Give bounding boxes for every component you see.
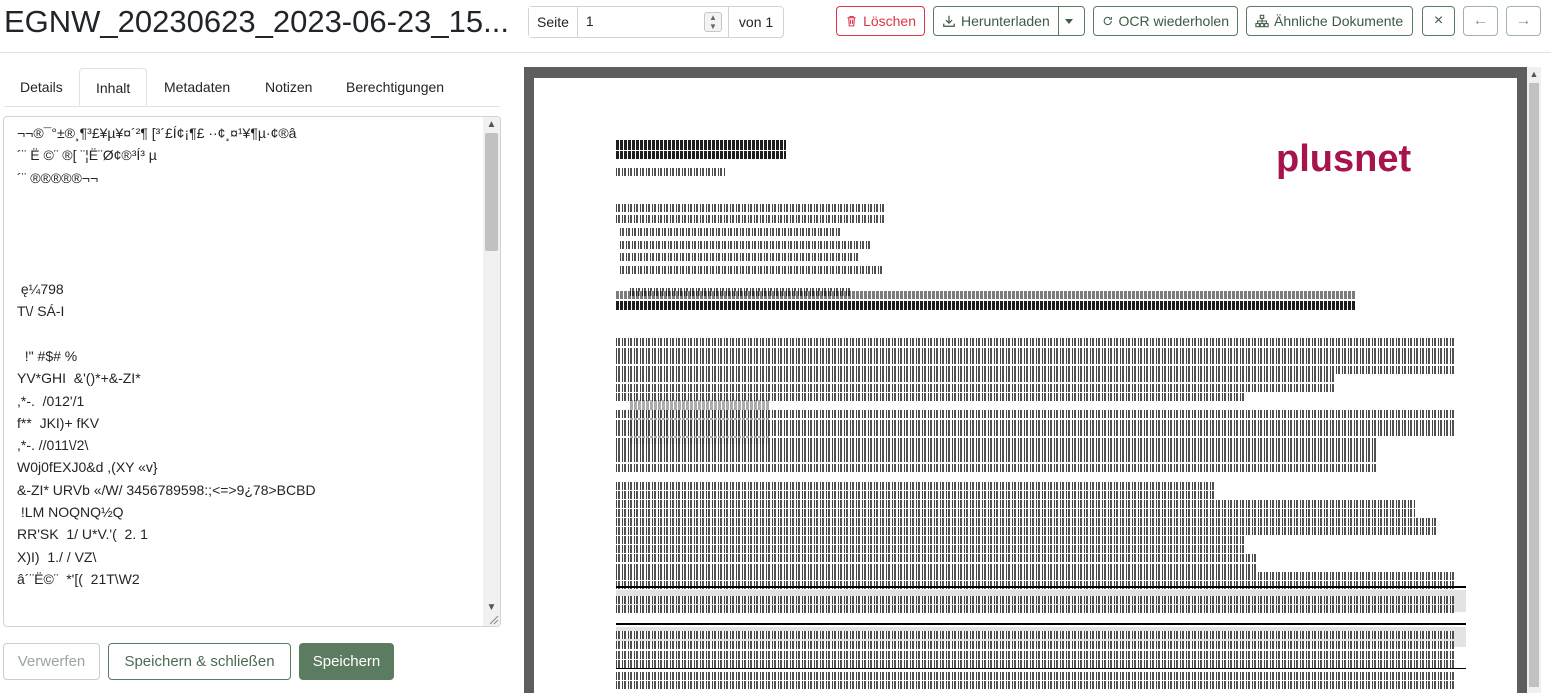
download-icon (943, 15, 955, 27)
preview-text-line (616, 454, 1376, 462)
similar-documents-button[interactable]: Ähnliche Dokumente (1246, 6, 1413, 36)
preview-text-line (616, 482, 1216, 490)
resize-grip-icon[interactable] (487, 613, 499, 625)
content-scrollbar[interactable]: ▲ ▼ (483, 117, 500, 626)
scroll-up-icon[interactable]: ▲ (483, 119, 500, 133)
preview-text-line (616, 140, 786, 150)
plusnet-logo: plusnet (1276, 138, 1412, 180)
tab-details[interactable]: Details (4, 68, 79, 106)
tab-permissions[interactable]: Berechtigungen (330, 68, 460, 106)
page-spinner-icon[interactable]: ▲ ▼ (703, 12, 722, 32)
preview-rule (616, 586, 1466, 588)
preview-text-line (616, 605, 1454, 613)
preview-text-line (616, 631, 1454, 639)
preview-text-line (620, 266, 882, 274)
preview-text-line (616, 641, 1454, 649)
arrow-left-icon: ← (1472, 12, 1489, 29)
page-number-field: ▲▼ (577, 7, 729, 37)
preview-text-line (616, 681, 1454, 689)
preview-text-line (616, 572, 1454, 580)
close-button[interactable]: × (1422, 6, 1455, 36)
caret-down-icon (1065, 19, 1073, 24)
page-label: Seite (529, 7, 578, 37)
discard-button[interactable]: Verwerfen (3, 643, 100, 680)
tab-metadata[interactable]: Metadaten (148, 68, 246, 106)
preview-text-line (616, 509, 1416, 517)
preview-scrollbar[interactable]: ▲ (1527, 67, 1541, 693)
preview-text-line (616, 338, 1454, 346)
preview-text-line (616, 596, 1454, 604)
preview-text-line (616, 564, 1256, 572)
preview-text-line (616, 651, 1454, 659)
sitemap-icon (1255, 14, 1269, 28)
preview-text-line (620, 228, 840, 236)
preview-text-line (616, 446, 1376, 454)
arrow-right-icon: → (1515, 12, 1532, 29)
preview-text-line (616, 204, 886, 212)
similar-documents-label: Ähnliche Dokumente (1274, 13, 1404, 29)
preview-text-line (616, 151, 786, 159)
page-navigator: Seite ▲▼ von 1 (528, 6, 785, 38)
tab-content[interactable]: Inhalt (79, 68, 148, 106)
preview-text-line (616, 168, 726, 176)
page-count-label: von 1 (738, 14, 774, 30)
preview-rule (616, 668, 1466, 669)
preview-text-line (616, 554, 1256, 562)
preview-text-line (616, 356, 1454, 364)
document-preview[interactable]: plusnet (524, 67, 1527, 693)
detail-tabs: Details Inhalt Metadaten Notizen Berecht… (4, 68, 500, 107)
preview-text-line (616, 348, 1454, 356)
header-bar: EGNW_20230623_2023-06-23_15... Seite ▲▼ … (0, 0, 1551, 53)
preview-text-line (616, 438, 1376, 446)
trash-icon (847, 15, 856, 27)
close-icon: × (1433, 12, 1444, 29)
ocr-retry-label: OCR wiederholen (1118, 13, 1230, 29)
download-options-button[interactable] (1058, 6, 1085, 36)
preview-text-line (620, 253, 860, 261)
preview-text-line (616, 291, 1356, 299)
preview-page: plusnet (534, 78, 1517, 693)
delete-label: Löschen (863, 13, 916, 29)
preview-text-line (616, 545, 1246, 553)
page-number-input[interactable] (577, 7, 704, 35)
preview-text-line (616, 672, 1454, 680)
preview-text-line (616, 536, 1246, 544)
preview-scrollbar-thumb[interactable] (1529, 83, 1539, 687)
document-title: EGNW_20230623_2023-06-23_15... (4, 4, 509, 39)
download-label: Herunterladen (961, 13, 1050, 29)
tab-notes[interactable]: Notizen (249, 68, 328, 106)
preview-text-line (616, 384, 1336, 392)
save-and-close-button[interactable]: Speichern & schließen (108, 643, 291, 680)
delete-button[interactable]: Löschen (836, 6, 925, 36)
download-button[interactable]: Herunterladen (933, 6, 1059, 36)
preview-text-line (620, 241, 870, 249)
preview-text-line (616, 420, 1454, 428)
preview-text-line (616, 500, 1416, 508)
preview-text-line (616, 660, 1454, 668)
ocr-content-text[interactable]: ¬¬®¯°±®¸¶³£¥µ¥¤´²¶ [³´£Í¢¡¶£ ··¢¸¤¹¥¶µ·¢… (17, 122, 477, 590)
content-textarea[interactable]: ¬¬®¯°±®¸¶³£¥µ¥¤´²¶ [³´£Í¢¡¶£ ··¢¸¤¹¥¶µ·¢… (3, 116, 501, 627)
preview-text-line (616, 428, 1454, 436)
preview-text-line (616, 410, 1454, 418)
preview-text-line (616, 527, 1436, 535)
next-document-button[interactable]: → (1506, 6, 1541, 36)
preview-text-line (616, 215, 886, 223)
save-button[interactable]: Speichern (299, 643, 394, 680)
previous-document-button[interactable]: ← (1463, 6, 1498, 36)
scrollbar-thumb[interactable] (485, 133, 498, 251)
preview-text-line (616, 491, 1216, 499)
preview-text-line (616, 374, 1336, 382)
preview-scroll-up-icon[interactable]: ▲ (1527, 69, 1541, 79)
preview-text-line (616, 464, 1376, 472)
ocr-retry-button[interactable]: OCR wiederholen (1093, 6, 1238, 36)
preview-text-line (616, 366, 1454, 374)
preview-text-line (616, 518, 1436, 526)
preview-text-line (616, 301, 1356, 310)
preview-rule (616, 623, 1466, 625)
refresh-icon (1103, 16, 1112, 26)
